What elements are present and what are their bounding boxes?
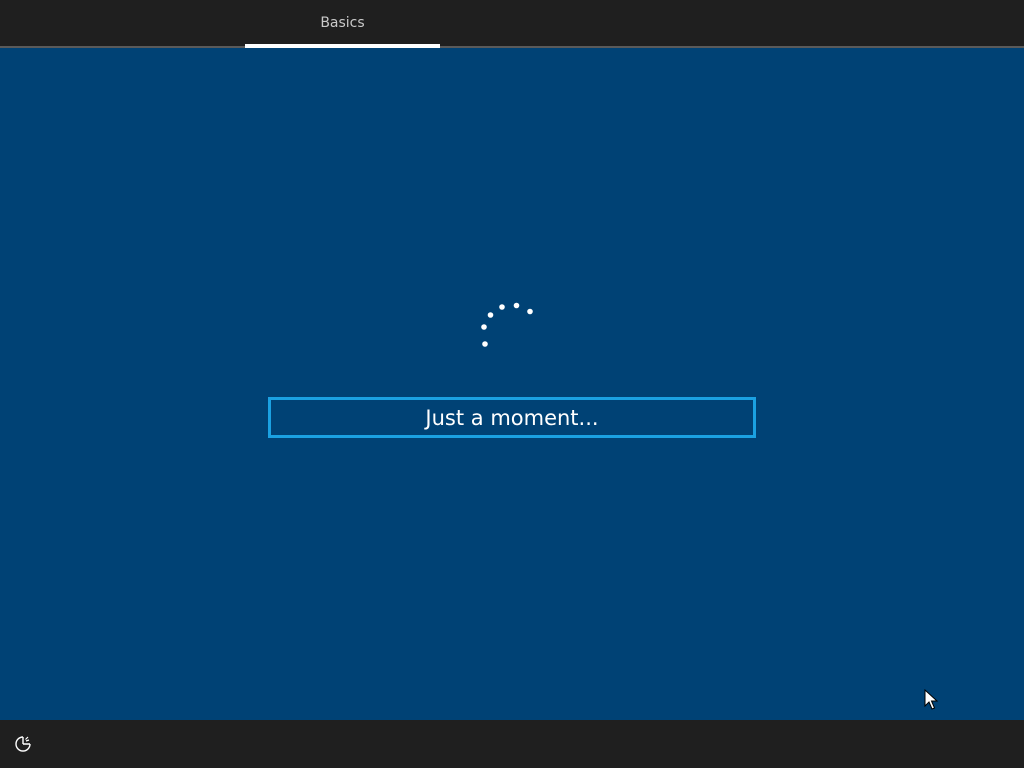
spinner-dot (499, 304, 505, 310)
loading-dots-icon (481, 302, 533, 347)
spinner-dot (481, 324, 487, 330)
spinner-dot (487, 312, 494, 318)
ease-of-access-icon[interactable] (14, 735, 32, 753)
bottom-bar (0, 720, 1024, 768)
tab-basics-label: Basics (320, 15, 365, 31)
status-message-box: Just a moment... (268, 397, 756, 438)
status-text: Just a moment... (425, 405, 599, 430)
tab-basics[interactable]: Basics (245, 0, 440, 46)
spinner-dot (527, 308, 533, 315)
oobe-screen: Basics Just a moment... (0, 0, 1024, 768)
top-bar (0, 0, 1024, 46)
spinner-dot (482, 341, 488, 347)
active-tab-indicator (245, 44, 440, 48)
top-bar-divider (0, 46, 1024, 48)
spinner-dot (513, 302, 520, 309)
mouse-cursor-icon (924, 689, 938, 710)
